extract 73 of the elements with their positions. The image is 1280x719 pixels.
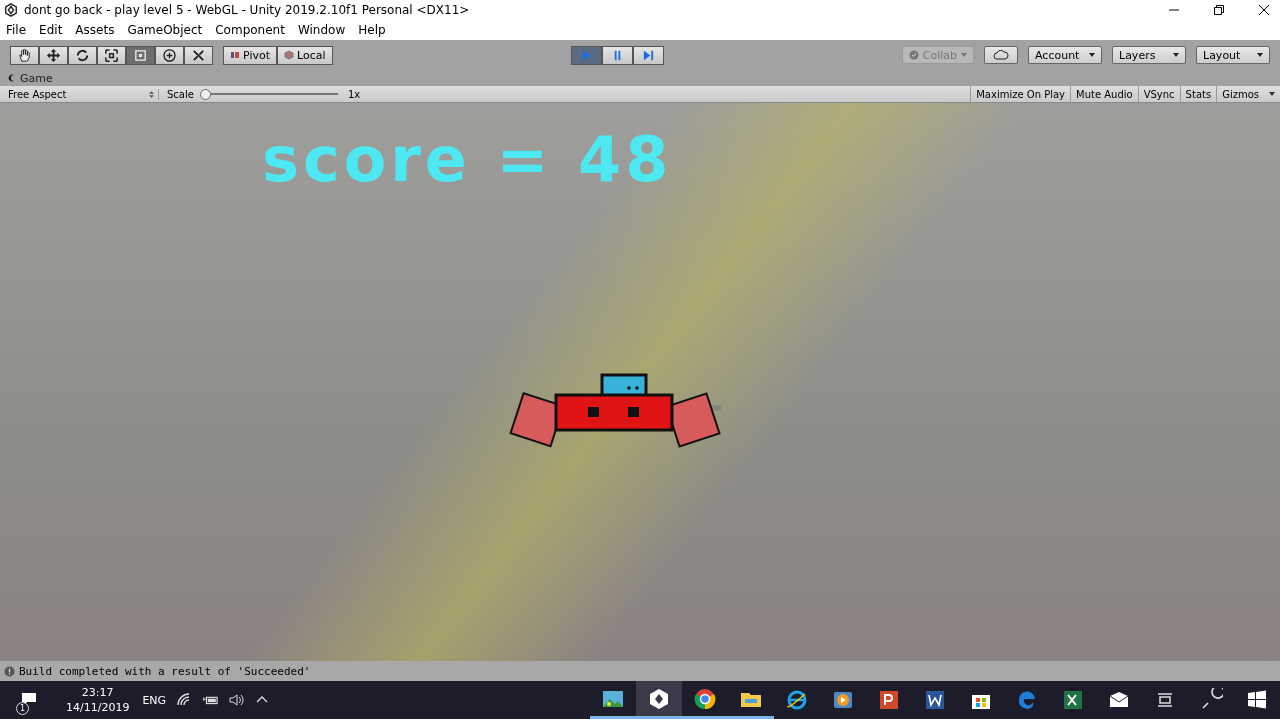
pivot-button[interactable]: Pivot xyxy=(223,45,277,65)
checkmark-icon xyxy=(908,50,919,60)
menu-item[interactable]: Assets xyxy=(75,23,115,37)
info-icon xyxy=(4,665,15,677)
restore-icon[interactable] xyxy=(1213,4,1225,16)
close-icon[interactable] xyxy=(1258,4,1270,16)
toggle-button[interactable]: VSync xyxy=(1137,86,1180,102)
step-button[interactable] xyxy=(632,45,664,65)
slider-thumb[interactable] xyxy=(199,89,211,100)
clock-time[interactable]: 23:17 xyxy=(81,685,114,700)
cloud-icon xyxy=(993,50,1009,60)
notification-count: 1 xyxy=(16,702,29,715)
rotate-icon xyxy=(75,47,90,63)
toggle-button[interactable]: Maximize On Play xyxy=(970,86,1070,102)
language-indicator[interactable]: ENG xyxy=(142,693,167,707)
cloud-button[interactable] xyxy=(984,46,1018,64)
scale-icon xyxy=(104,47,119,63)
menu-item[interactable]: Window xyxy=(297,23,346,37)
clock-date[interactable]: 14/11/2019 xyxy=(66,700,130,715)
aspect-dropdown[interactable]: Free Aspect xyxy=(0,88,159,100)
menu-item[interactable]: GameObject xyxy=(127,23,203,37)
caret-icon xyxy=(1257,53,1263,57)
move-arrows-icon xyxy=(46,47,61,63)
dropdown-button[interactable]: Account xyxy=(1028,46,1102,64)
tool-button[interactable] xyxy=(184,45,213,65)
local-button[interactable]: Local xyxy=(277,45,333,65)
toggle-button[interactable]: Stats xyxy=(1179,86,1217,102)
rect-icon xyxy=(133,47,148,63)
tool-button[interactable] xyxy=(39,45,68,65)
toggle-button[interactable]: Gizmos xyxy=(1216,86,1264,102)
scale-label: Scale xyxy=(166,88,195,100)
step-icon xyxy=(641,48,655,62)
caret-icon xyxy=(961,53,967,57)
powerpoint-icon xyxy=(877,688,901,712)
score-text: score = 48 xyxy=(262,123,673,196)
tool-button[interactable] xyxy=(155,45,184,65)
menu-item[interactable]: Help xyxy=(358,23,386,37)
window-title: dont go back - play level 5 - WebGL - Unity 2019.2.10f1 Personal <DX11> xyxy=(24,3,470,17)
notification-button[interactable]: 1 xyxy=(14,685,44,715)
spinner-arrows-icon xyxy=(149,90,154,98)
game-tab[interactable]: Game xyxy=(8,71,53,85)
play-button[interactable] xyxy=(570,45,602,65)
word-icon xyxy=(923,688,947,712)
caret-icon xyxy=(1089,53,1095,57)
dropdown-button[interactable]: Layout xyxy=(1196,46,1270,64)
menu-item[interactable]: Component xyxy=(215,23,285,37)
pacman-icon xyxy=(8,74,16,82)
menu-item[interactable]: Edit xyxy=(39,23,63,37)
excel-icon xyxy=(1061,688,1085,712)
chrome-icon xyxy=(693,686,717,711)
scale-reading: 1x xyxy=(346,88,362,100)
taskbar-button[interactable] xyxy=(636,681,682,719)
tool-button[interactable] xyxy=(10,45,39,65)
hand-icon xyxy=(17,47,32,63)
unity-logo-icon xyxy=(4,3,18,17)
caret-icon xyxy=(1173,53,1179,57)
toggle-button[interactable]: Mute Audio xyxy=(1070,86,1138,102)
caret-icon[interactable] xyxy=(1269,92,1275,96)
tool-button[interactable] xyxy=(68,45,97,65)
pivot-icon xyxy=(230,50,240,60)
cube-icon xyxy=(284,50,294,60)
transform-icon xyxy=(162,47,177,63)
tools-icon xyxy=(191,47,206,63)
tool-button[interactable] xyxy=(126,45,155,65)
pause-button[interactable] xyxy=(601,45,633,65)
status-message: Build completed with a result of 'Succeeded' xyxy=(19,664,311,678)
scale-slider[interactable] xyxy=(199,88,340,100)
speaker-icon[interactable] xyxy=(228,692,245,708)
menu-item[interactable]: File xyxy=(6,23,27,37)
tool-button[interactable] xyxy=(97,45,126,65)
unity-logo-icon xyxy=(647,686,671,711)
internet-explorer-icon xyxy=(785,688,809,712)
dropdown-button[interactable]: Layers xyxy=(1112,46,1186,64)
